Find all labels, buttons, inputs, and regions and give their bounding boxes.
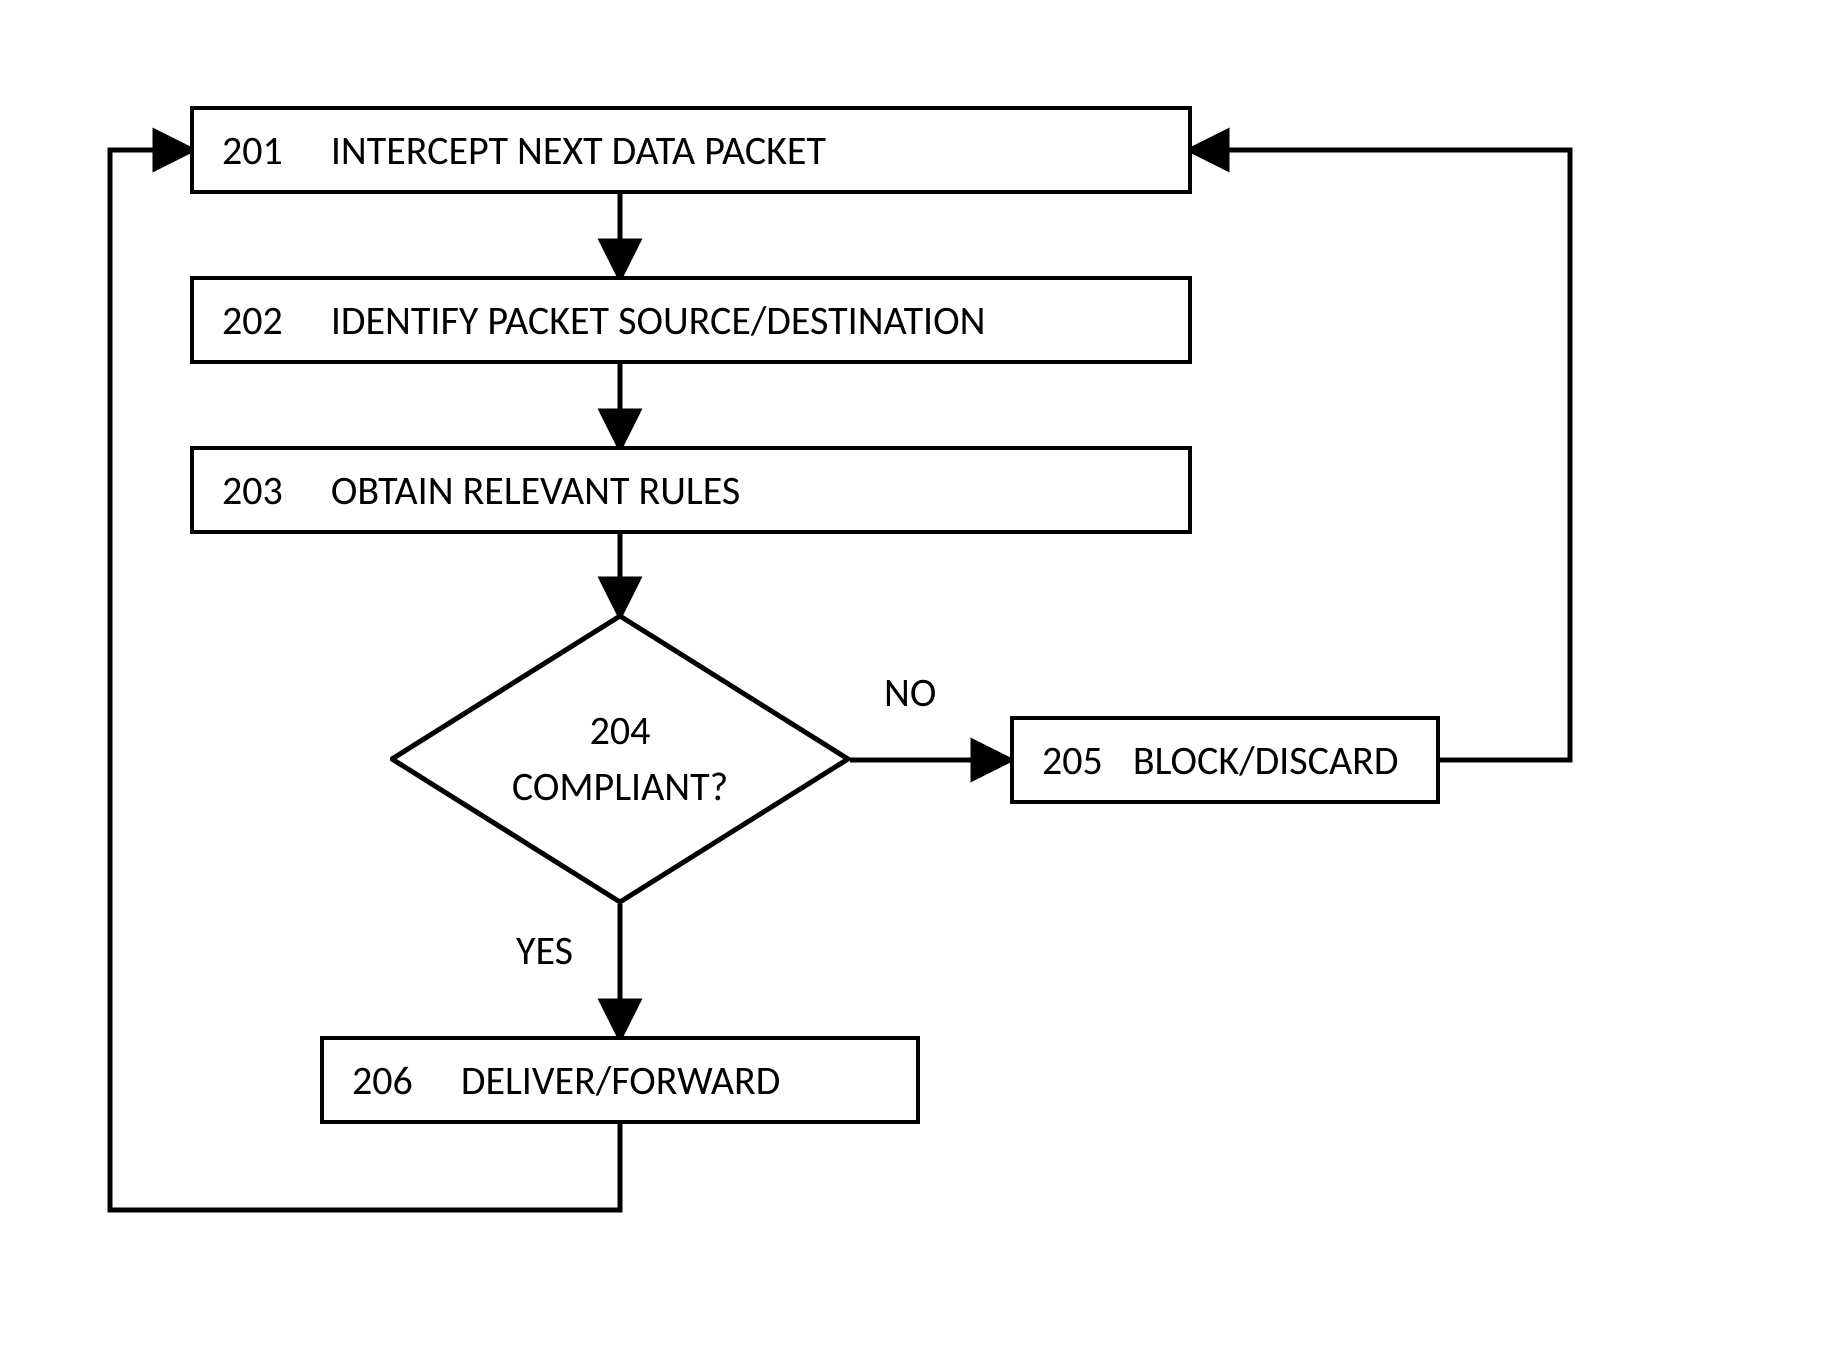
step-number: 202 [222, 296, 283, 345]
step-label: INTERCEPT NEXT DATA PACKET [331, 126, 826, 175]
decision-label: COMPLIANT? [512, 759, 728, 815]
box-obtain-rules: 203 OBTAIN RELEVANT RULES [190, 446, 1192, 534]
step-number: 206 [352, 1056, 413, 1105]
step-label: BLOCK/DISCARD [1133, 736, 1399, 785]
step-number: 205 [1042, 736, 1103, 785]
box-intercept-packet: 201 INTERCEPT NEXT DATA PACKET [190, 106, 1192, 194]
box-deliver-forward: 206 DELIVER/FORWARD [320, 1036, 920, 1124]
step-number: 203 [222, 466, 283, 515]
edge-label-yes: YES [516, 926, 573, 975]
step-label: IDENTIFY PACKET SOURCE/DESTINATION [331, 296, 986, 345]
step-label: OBTAIN RELEVANT RULES [331, 466, 740, 515]
decision-number: 204 [590, 703, 651, 759]
box-identify-source-dest: 202 IDENTIFY PACKET SOURCE/DESTINATION [190, 276, 1192, 364]
flowchart-container: 201 INTERCEPT NEXT DATA PACKET 202 IDENT… [0, 0, 1840, 1371]
box-block-discard: 205 BLOCK/DISCARD [1010, 716, 1440, 804]
decision-compliant: 204 COMPLIANT? [390, 614, 850, 904]
step-label: DELIVER/FORWARD [461, 1056, 781, 1105]
edge-label-no: NO [884, 668, 936, 717]
step-number: 201 [222, 126, 283, 175]
